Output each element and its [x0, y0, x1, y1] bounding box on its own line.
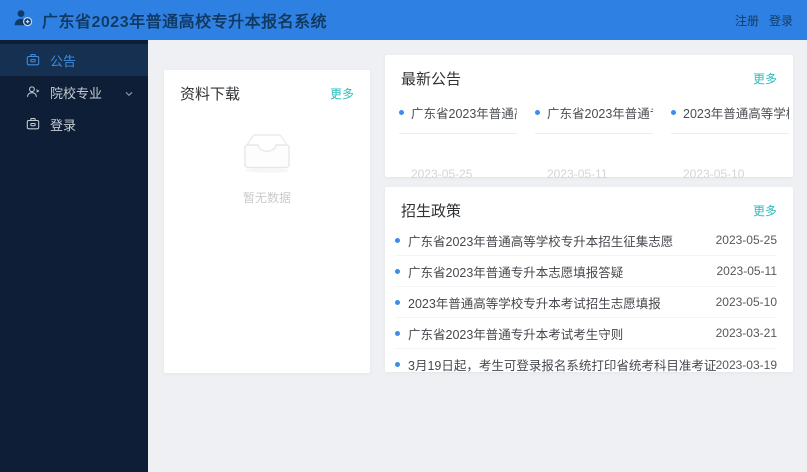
policy-link: 3月19日起，考生可登录报名系统打印省统考科目准考证: [395, 355, 716, 374]
policy-title: 2023年普通高等学校专升本考试招生志愿填报: [408, 296, 661, 311]
announcements-columns: 广东省2023年普通高等 2023-05-25 广东省2023年普通专升 202…: [385, 89, 793, 181]
policies-more-link[interactable]: 更多: [753, 202, 777, 219]
sidebar-item-label: 院校专业: [50, 85, 103, 101]
policies-list: 广东省2023年普通高等学校专升本招生征集志愿 2023-05-25 广东省20…: [385, 221, 793, 380]
auth-links: 注册 登录: [735, 12, 793, 29]
app-title: 广东省2023年普通高校专升本报名系统: [42, 14, 328, 31]
announcement-date: 2023-05-11: [547, 167, 608, 181]
announcement-item: 广东省2023年普通高等 2023-05-25: [399, 103, 517, 181]
chevron-down-icon: [124, 87, 134, 102]
login-icon: [26, 117, 40, 131]
policy-date: 2023-05-11: [716, 264, 778, 278]
announcement-title: 2023年普通高等学校专: [683, 107, 789, 121]
announcement-link[interactable]: 广东省2023年普通专升: [535, 103, 653, 134]
announcements-card: 最新公告 更多 广东省2023年普通高等 2023-05-25 广东省2023年…: [385, 55, 793, 181]
register-link[interactable]: 注册: [735, 12, 759, 29]
bullet-dot-icon: [395, 237, 400, 243]
policy-link: 2023年普通高等学校专升本考试招生志愿填报: [395, 293, 661, 312]
login-link[interactable]: 登录: [769, 12, 793, 29]
bullet-dot-icon: [535, 110, 540, 115]
announcement-title: 广东省2023年普通高等: [411, 107, 517, 121]
policy-row[interactable]: 广东省2023年普通专升本志愿填报答疑 2023-05-11: [395, 256, 777, 287]
policy-row[interactable]: 广东省2023年普通高等学校专升本招生征集志愿 2023-05-25: [395, 225, 777, 256]
downloads-card-title: 资料下载: [180, 86, 241, 103]
sidebar-item-label: 登录: [50, 117, 77, 133]
announcement-icon: [26, 53, 40, 67]
page: 广东省2023年普通高校专升本报名系统 注册 登录 公告 院校专业 登录 资料下…: [0, 0, 807, 472]
policy-row[interactable]: 广东省2023年普通专升本考试考生守则 2023-03-21: [395, 318, 777, 349]
empty-state: 暂无数据: [164, 130, 370, 206]
downloads-card-header: 资料下载 更多: [164, 70, 370, 104]
policy-link: 广东省2023年普通专升本考试考生守则: [395, 324, 623, 343]
downloads-more-link[interactable]: 更多: [330, 85, 354, 102]
bullet-dot-icon: [395, 330, 400, 336]
bullet-dot-icon: [399, 110, 404, 115]
policy-row[interactable]: 2023年普通高等学校专升本考试招生志愿填报 2023-05-10: [395, 287, 777, 318]
empty-inbox-icon: [238, 130, 296, 179]
policy-date: 2023-03-21: [715, 326, 777, 340]
person-icon: [26, 85, 40, 99]
announcements-card-title: 最新公告: [401, 71, 462, 88]
bullet-dot-icon: [395, 268, 400, 274]
policies-card-title: 招生政策: [401, 203, 462, 220]
announcement-item: 广东省2023年普通专升 2023-05-11: [535, 103, 653, 181]
announcement-link[interactable]: 2023年普通高等学校专: [671, 103, 789, 134]
policy-row[interactable]: 3月19日起，考生可登录报名系统打印省统考科目准考证 2023-03-19: [395, 349, 777, 380]
sidebar: 公告 院校专业 登录: [0, 40, 148, 472]
policy-title: 3月19日起，考生可登录报名系统打印省统考科目准考证: [408, 359, 716, 373]
sidebar-item-colleges-majors[interactable]: 院校专业: [0, 76, 148, 108]
user-add-icon: [12, 7, 34, 34]
policy-link: 广东省2023年普通专升本志愿填报答疑: [395, 262, 623, 281]
announcements-card-header: 最新公告 更多: [385, 55, 793, 89]
downloads-card: 资料下载 更多 暂无数据: [164, 70, 370, 373]
sidebar-item-announcements[interactable]: 公告: [0, 44, 148, 76]
announcement-date: 2023-05-10: [683, 167, 745, 181]
policy-date: 2023-03-19: [715, 357, 777, 372]
policy-title: 广东省2023年普通专升本志愿填报答疑: [408, 265, 624, 280]
top-bar: 广东省2023年普通高校专升本报名系统 注册 登录: [0, 0, 807, 40]
policies-card-header: 招生政策 更多: [385, 187, 793, 221]
bullet-dot-icon: [395, 362, 400, 367]
announcements-more-link[interactable]: 更多: [753, 70, 777, 87]
empty-text: 暂无数据: [242, 191, 291, 205]
policy-title: 广东省2023年普通专升本考试考生守则: [408, 327, 624, 342]
bullet-dot-icon: [671, 110, 676, 115]
bullet-dot-icon: [395, 299, 400, 305]
policy-date: 2023-05-25: [715, 233, 777, 247]
sidebar-item-label: 公告: [50, 53, 77, 69]
top-bar-brand: 广东省2023年普通高校专升本报名系统: [12, 7, 327, 34]
policy-link: 广东省2023年普通高等学校专升本招生征集志愿: [395, 231, 673, 250]
policy-title: 广东省2023年普通高等学校专升本招生征集志愿: [408, 234, 674, 249]
policies-card: 招生政策 更多 广东省2023年普通高等学校专升本招生征集志愿 2023-05-…: [385, 187, 793, 373]
policy-date: 2023-05-10: [715, 295, 777, 309]
announcement-title: 广东省2023年普通专升: [547, 107, 653, 121]
announcement-item: 2023年普通高等学校专 2023-05-10: [671, 103, 789, 181]
announcement-link[interactable]: 广东省2023年普通高等: [399, 103, 517, 134]
sidebar-item-login[interactable]: 登录: [0, 108, 148, 140]
announcement-date: 2023-05-25: [411, 167, 473, 181]
